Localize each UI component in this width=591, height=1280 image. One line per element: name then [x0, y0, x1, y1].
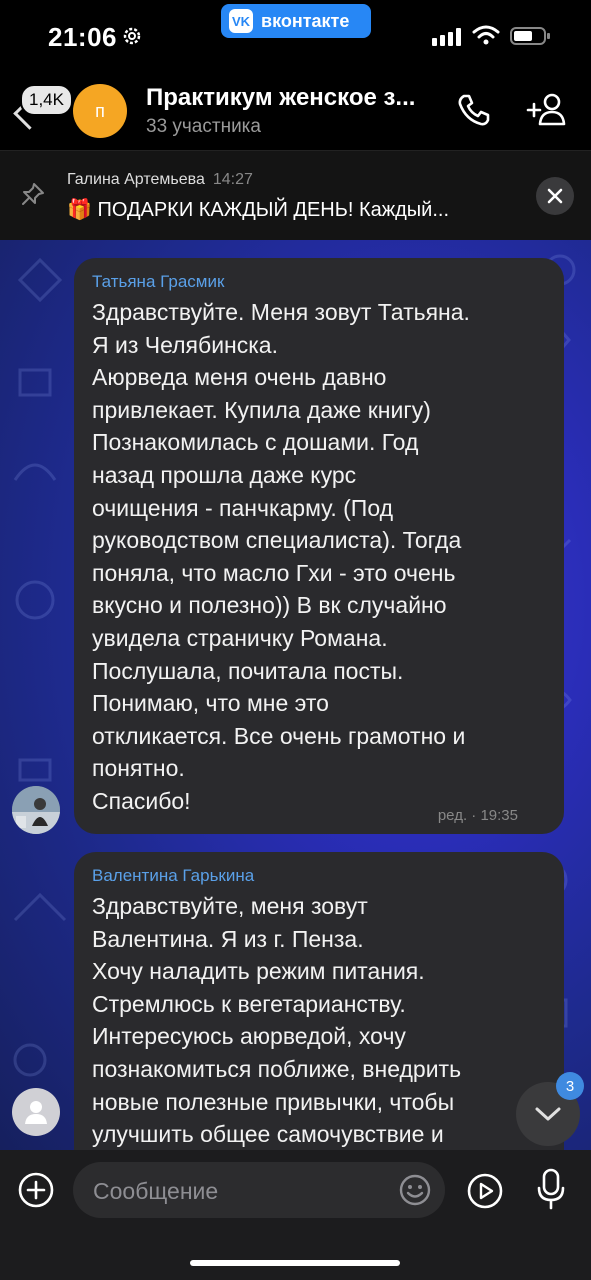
- cellular-signal-icon: [432, 28, 461, 46]
- gear-icon: [123, 27, 141, 45]
- pinned-message[interactable]: Галина Артемьева 14:27 🎁 ПОДАРКИ КАЖДЫЙ Д…: [0, 150, 591, 241]
- chevron-down-icon: [535, 1107, 561, 1121]
- vk-app-banner[interactable]: VK вконтакте: [221, 4, 371, 38]
- pinned-author: Галина Артемьева 14:27: [67, 171, 253, 189]
- vk-banner-label: вконтакте: [261, 10, 350, 31]
- pinned-text: 🎁 ПОДАРКИ КАЖДЫЙ ДЕНЬ! Каждый...: [67, 199, 450, 221]
- attach-plus-icon[interactable]: [18, 1172, 54, 1208]
- message-text: Здравствуйте. Меня зовут Татьяна. Я из Ч…: [92, 299, 470, 814]
- status-time: 21:06: [48, 22, 117, 52]
- user-placeholder-icon: [25, 1101, 47, 1124]
- message-bubble[interactable]: Валентина Гарькина Здравствуйте, меня зо…: [74, 852, 564, 1150]
- microphone-icon[interactable]: [536, 1168, 566, 1210]
- back-button[interactable]: 1,4K: [13, 84, 74, 136]
- phone-icon[interactable]: [454, 90, 494, 130]
- message-text: Здравствуйте, меня зовут Валентина. Я из…: [92, 893, 462, 1148]
- vk-logo-icon: VK: [229, 9, 253, 33]
- message-author[interactable]: Валентина Гарькина: [92, 866, 546, 886]
- avatar[interactable]: [12, 1088, 60, 1136]
- video-message-icon[interactable]: [466, 1172, 504, 1210]
- composer-bar: [0, 1150, 591, 1280]
- avatar[interactable]: [12, 786, 60, 834]
- message-bubble[interactable]: Татьяна Грасмик Здравствуйте. Меня зовут…: [74, 258, 564, 834]
- pin-icon: [22, 183, 44, 205]
- unpin-button[interactable]: [536, 177, 574, 215]
- chat-avatar[interactable]: п: [73, 84, 127, 138]
- message-author[interactable]: Татьяна Грасмик: [92, 272, 546, 292]
- unread-counter-badge: 1,4K: [20, 84, 73, 116]
- user-photo-icon: [12, 786, 60, 834]
- message-field[interactable]: [73, 1162, 445, 1218]
- participants-count[interactable]: 33 участника: [146, 116, 261, 138]
- chat-title[interactable]: Практикум женское з...: [146, 84, 415, 112]
- unread-count-badge: 3: [556, 1072, 584, 1100]
- home-indicator: [190, 1260, 400, 1266]
- emoji-smile-icon[interactable]: [399, 1174, 431, 1206]
- add-user-icon[interactable]: [524, 90, 568, 130]
- message-input[interactable]: [91, 1170, 385, 1212]
- pinned-time: 14:27: [212, 171, 253, 188]
- status-bar: 21:06 VK вконтакте: [0, 0, 591, 70]
- chat-header: 1,4K п Практикум женское з... 33 участни…: [0, 70, 591, 150]
- battery-icon: [510, 27, 550, 45]
- message-list[interactable]: Татьяна Грасмик Здравствуйте. Меня зовут…: [0, 240, 591, 1150]
- pinned-author-name: Галина Артемьева: [67, 171, 205, 188]
- close-icon: [547, 188, 563, 204]
- message-meta: ред. · 19:35: [437, 807, 518, 824]
- wifi-icon: [472, 25, 500, 45]
